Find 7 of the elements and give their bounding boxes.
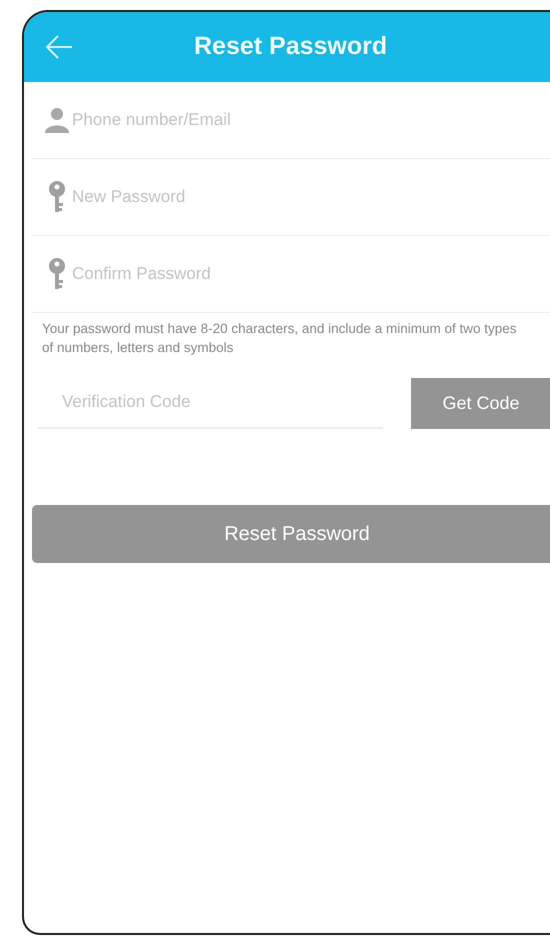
verification-input[interactable]: Verification Code	[38, 377, 383, 429]
person-icon	[44, 107, 70, 133]
text-input[interactable]: Phone number/Email	[72, 107, 550, 133]
page-title: Reset Password	[194, 31, 388, 62]
text-input[interactable]: New Password	[72, 184, 550, 210]
password-hint: Your password must have 8-20 characters, and include a minimum of two types of numbers, letters and symbols	[41, 320, 518, 357]
text-input[interactable]: Confirm Password	[72, 261, 550, 287]
